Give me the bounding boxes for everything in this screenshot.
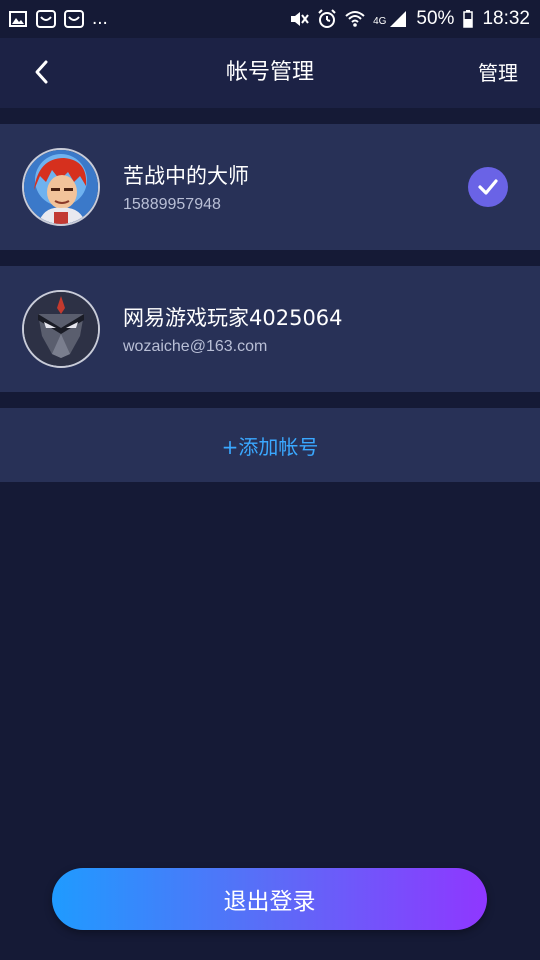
page-title: 帐号管理 xyxy=(225,60,314,85)
avatar xyxy=(22,148,100,226)
image-icon xyxy=(8,9,28,29)
top-nav-bar: 帐号管理 管理 xyxy=(0,38,540,108)
account-item[interactable]: 网易游戏玩家4025064 wozaiche@163.com xyxy=(0,266,540,392)
status-bar-right: 4G 50% 18:32 xyxy=(289,8,530,30)
manage-button[interactable]: 管理 xyxy=(478,38,518,108)
wifi-icon xyxy=(345,9,365,29)
account-id: wozaiche@163.com xyxy=(123,338,268,355)
status-bar: ... 4G 50% 18:32 xyxy=(0,0,540,38)
battery-percent: 50% xyxy=(416,8,455,29)
more-notifications: ... xyxy=(92,8,108,29)
account-name: 苦战中的大师 xyxy=(123,164,249,188)
notification-app-icon xyxy=(64,9,84,29)
avatar xyxy=(22,290,100,368)
mute-icon xyxy=(289,9,309,29)
account-management-screen: ... 4G 50% 18:32 帐号管理 管理 苦战中的大师 15889957… xyxy=(0,0,540,960)
status-bar-left: ... xyxy=(8,8,108,30)
network-type: 4G xyxy=(373,16,387,27)
clock: 18:32 xyxy=(482,8,530,29)
logout-button[interactable]: 退出登录 xyxy=(52,868,487,930)
battery-icon xyxy=(462,9,474,29)
notification-app-icon xyxy=(36,9,56,29)
add-account-button[interactable]: +添加帐号 xyxy=(0,408,540,482)
selected-check-icon xyxy=(468,167,508,207)
account-id: 15889957948 xyxy=(123,196,221,213)
hero-avatar-image xyxy=(24,150,98,224)
alarm-icon xyxy=(317,9,337,29)
ninja-mask-avatar-image xyxy=(24,292,98,366)
signal-4g-icon xyxy=(388,9,408,29)
account-item[interactable]: 苦战中的大师 15889957948 xyxy=(0,124,540,250)
account-name: 网易游戏玩家4025064 xyxy=(123,306,343,330)
